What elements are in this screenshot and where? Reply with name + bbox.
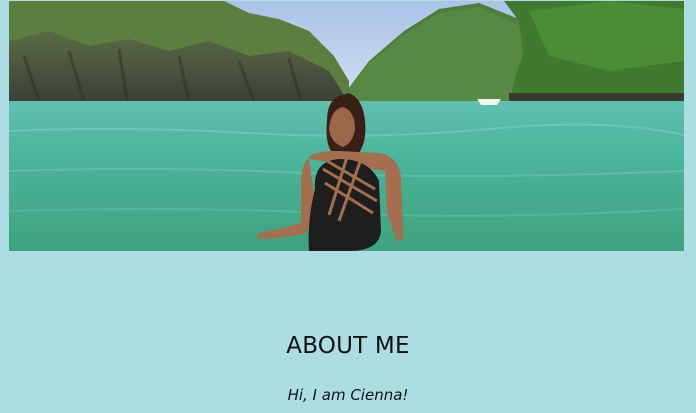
lagoon-photo-illustration [9, 1, 684, 251]
boat [477, 99, 501, 105]
about-page: ABOUT ME Hi, I am Cienna! [0, 0, 696, 413]
intro-text: Hi, I am Cienna! [287, 386, 409, 404]
about-me-heading: ABOUT ME [286, 333, 410, 359]
hero-photo [9, 1, 684, 251]
